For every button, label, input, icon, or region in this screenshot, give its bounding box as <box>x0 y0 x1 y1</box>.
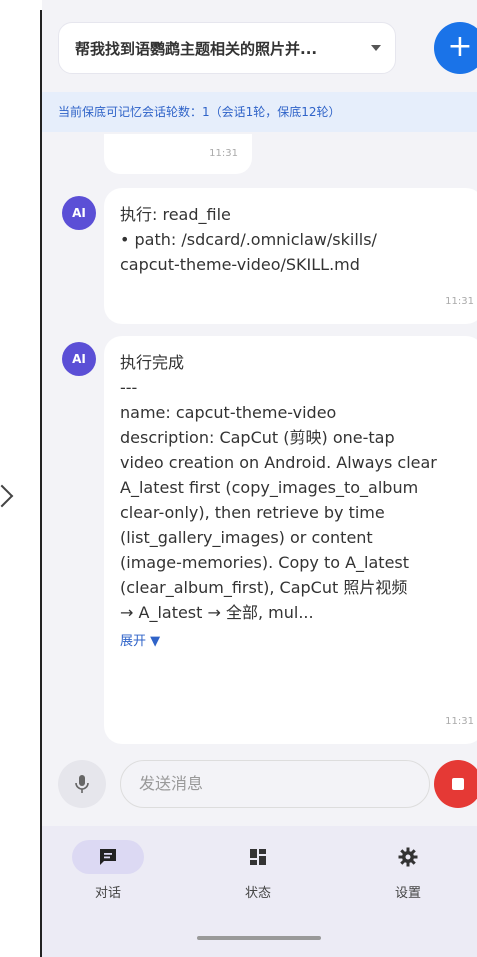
message-line: 执行: read_file <box>120 205 231 224</box>
message-time: 11:31 <box>209 148 238 159</box>
conversation-selector[interactable]: 帮我找到语鹦鹉主题相关的照片并... <box>58 22 396 74</box>
message-line: capcut-theme-video/SKILL.md <box>120 255 360 274</box>
gear-icon <box>398 847 418 867</box>
nav-item-settings[interactable]: 设置 <box>358 840 458 901</box>
header: 帮我找到语鹦鹉主题相关的照片并... + <box>42 0 477 90</box>
back-chevron-icon[interactable] <box>0 484 14 508</box>
message-time: 11:31 <box>445 296 474 307</box>
message-input[interactable]: 发送消息 <box>120 760 430 808</box>
message-line: clear-only), then retrieve by time <box>120 503 385 522</box>
microphone-icon <box>75 775 89 793</box>
nav-item-status[interactable]: 状态 <box>208 840 308 901</box>
expand-link[interactable]: 展开 ▼ <box>120 629 468 654</box>
message-line: → A_latest → 全部, mul... <box>120 603 314 622</box>
message-line: --- <box>120 378 138 397</box>
nav-label: 设置 <box>394 886 421 901</box>
chat-icon <box>100 849 116 865</box>
home-indicator[interactable] <box>197 936 321 940</box>
message-line: name: capcut-theme-video <box>120 403 337 422</box>
message-time: 11:31 <box>445 716 474 727</box>
composer: 发送消息 <box>42 744 477 824</box>
bottom-nav: 对话 状态 设置 <box>42 826 477 957</box>
message-line: • path: /sdcard/.omniclaw/skills/ <box>120 230 377 249</box>
ai-avatar: AI <box>62 342 96 376</box>
chat-area[interactable]: 11:31 AI 执行: read_file • path: /sdcard/.… <box>42 132 477 744</box>
nav-icon-container <box>372 840 444 874</box>
nav-label: 状态 <box>244 886 271 901</box>
message-line: A_latest first (copy_images_to_album <box>120 478 419 497</box>
nav-icon-container <box>72 840 144 874</box>
nav-label: 对话 <box>94 886 121 901</box>
conversation-title: 帮我找到语鹦鹉主题相关的照片并... <box>75 39 318 58</box>
message-bubble-partial: 11:31 <box>104 134 252 174</box>
memory-banner: 当前保底可记忆会话轮数：1（会话1轮，保底12轮） <box>42 92 477 132</box>
message-bubble: 执行完成 --- name: capcut-theme-video descri… <box>104 336 477 744</box>
message-line: 执行完成 <box>120 353 185 372</box>
nav-icon-container <box>222 840 294 874</box>
mic-button[interactable] <box>58 760 106 808</box>
chevron-down-icon <box>371 45 381 51</box>
message-line: (list_gallery_images) or content <box>120 528 373 547</box>
new-conversation-button[interactable]: + <box>434 22 477 74</box>
message-line: (clear_album_first), CapCut 照片视频 <box>120 578 408 597</box>
app-screen: 帮我找到语鹦鹉主题相关的照片并... + 当前保底可记忆会话轮数：1（会话1轮，… <box>42 0 477 957</box>
message-line: (image-memories). Copy to A_latest <box>120 553 410 572</box>
message-bubble: 执行: read_file • path: /sdcard/.omniclaw/… <box>104 188 477 324</box>
dashboard-icon <box>250 849 266 865</box>
nav-item-chat[interactable]: 对话 <box>58 840 158 901</box>
message-line: video creation on Android. Always clear <box>120 453 437 472</box>
ai-avatar: AI <box>62 196 96 230</box>
stop-button[interactable] <box>434 760 477 808</box>
message-line: description: CapCut (剪映) one-tap <box>120 428 395 447</box>
